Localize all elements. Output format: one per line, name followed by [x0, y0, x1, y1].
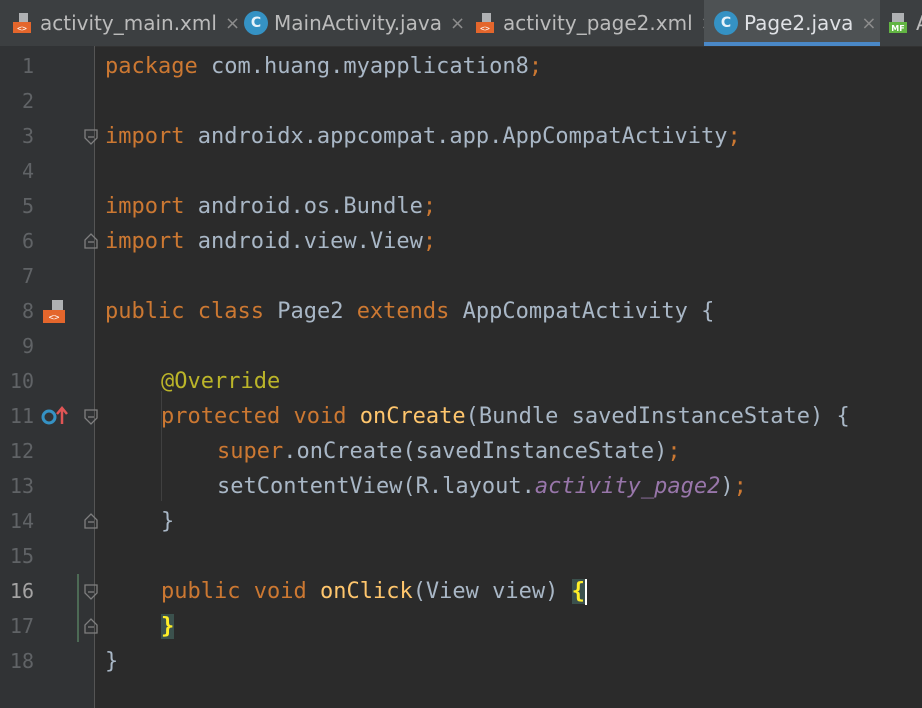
line-number: 10: [9, 369, 34, 393]
code-line-18: }: [105, 649, 119, 674]
code-line-11: protected void onCreate(Bundle savedInst…: [161, 404, 850, 429]
code-line-14: }: [161, 509, 175, 534]
line-number: 15: [9, 544, 34, 568]
tab-label: A: [916, 11, 922, 35]
tab-mainactivity-java[interactable]: C MainActivity.java ×: [234, 0, 469, 46]
line-number-gutter[interactable]: 1 2 3 4 5 6 7 8 9 10 11 12 13 14 15 16 1…: [0, 46, 98, 708]
line-number: 13: [9, 474, 34, 498]
tab-label: activity_main.xml: [40, 11, 217, 35]
code-line-8: public class Page2 extends AppCompatActi…: [105, 299, 715, 324]
code-line-13: setContentView(R.layout.activity_page2);: [217, 474, 747, 499]
code-line-6: import android.view.View;: [105, 229, 437, 254]
code-line-1: package com.huang.myapplication8;: [105, 54, 543, 79]
vcs-change-marker[interactable]: [77, 574, 79, 642]
line-number: 12: [9, 439, 34, 463]
line-number: 4: [21, 159, 34, 183]
java-class-icon: C: [244, 11, 268, 35]
svg-text:MF: MF: [891, 24, 904, 33]
tab-label: activity_page2.xml: [503, 11, 693, 35]
line-number: 11: [9, 404, 34, 428]
tab-page2-java[interactable]: C Page2.java ×: [704, 0, 886, 46]
svg-text:<>: <>: [480, 24, 490, 33]
line-number: 9: [21, 334, 34, 358]
line-number: 3: [21, 124, 34, 148]
tab-label: Page2.java: [744, 11, 854, 35]
line-number: 18: [9, 649, 34, 673]
close-tab-icon[interactable]: ×: [861, 13, 876, 34]
text-caret: [584, 579, 587, 605]
code-editor[interactable]: package com.huang.myapplication8; import…: [95, 46, 922, 708]
java-class-icon: C: [714, 11, 738, 35]
line-number: 6: [21, 229, 34, 253]
line-number: 17: [9, 614, 34, 638]
svg-text:<>: <>: [49, 313, 60, 323]
line-number: 1: [21, 54, 34, 78]
code-line-12: super.onCreate(savedInstanceState);: [217, 439, 681, 464]
line-number: 5: [21, 194, 34, 218]
code-line-16: public void onClick(View view) {: [161, 579, 587, 605]
xml-layout-icon: <>: [13, 13, 31, 33]
line-number: 14: [9, 509, 34, 533]
tab-activity-page2-xml[interactable]: <> activity_page2.xml ×: [463, 0, 716, 46]
line-number: 2: [21, 89, 34, 113]
svg-text:<>: <>: [17, 24, 27, 33]
related-layout-icon[interactable]: <>: [41, 299, 69, 325]
editor-tab-bar: <> activity_main.xml × C MainActivity.ja…: [0, 0, 922, 47]
line-number: 8: [21, 299, 34, 323]
line-number-current: 16: [9, 579, 34, 603]
matched-brace: {: [571, 579, 585, 604]
line-number: 7: [21, 264, 34, 288]
code-line-5: import android.os.Bundle;: [105, 194, 437, 219]
manifest-icon: MF: [889, 13, 907, 33]
code-line-3: import androidx.appcompat.app.AppCompatA…: [105, 124, 741, 149]
overrides-method-icon[interactable]: [41, 404, 69, 428]
tab-activity-main-xml[interactable]: <> activity_main.xml ×: [0, 0, 240, 46]
code-line-17: }: [161, 609, 175, 644]
tab-label: MainActivity.java: [274, 11, 442, 35]
tab-android-manifest[interactable]: MF A: [880, 0, 922, 46]
xml-layout-icon: <>: [476, 13, 494, 33]
matched-brace: }: [161, 614, 175, 639]
code-line-10: @Override: [161, 369, 281, 394]
